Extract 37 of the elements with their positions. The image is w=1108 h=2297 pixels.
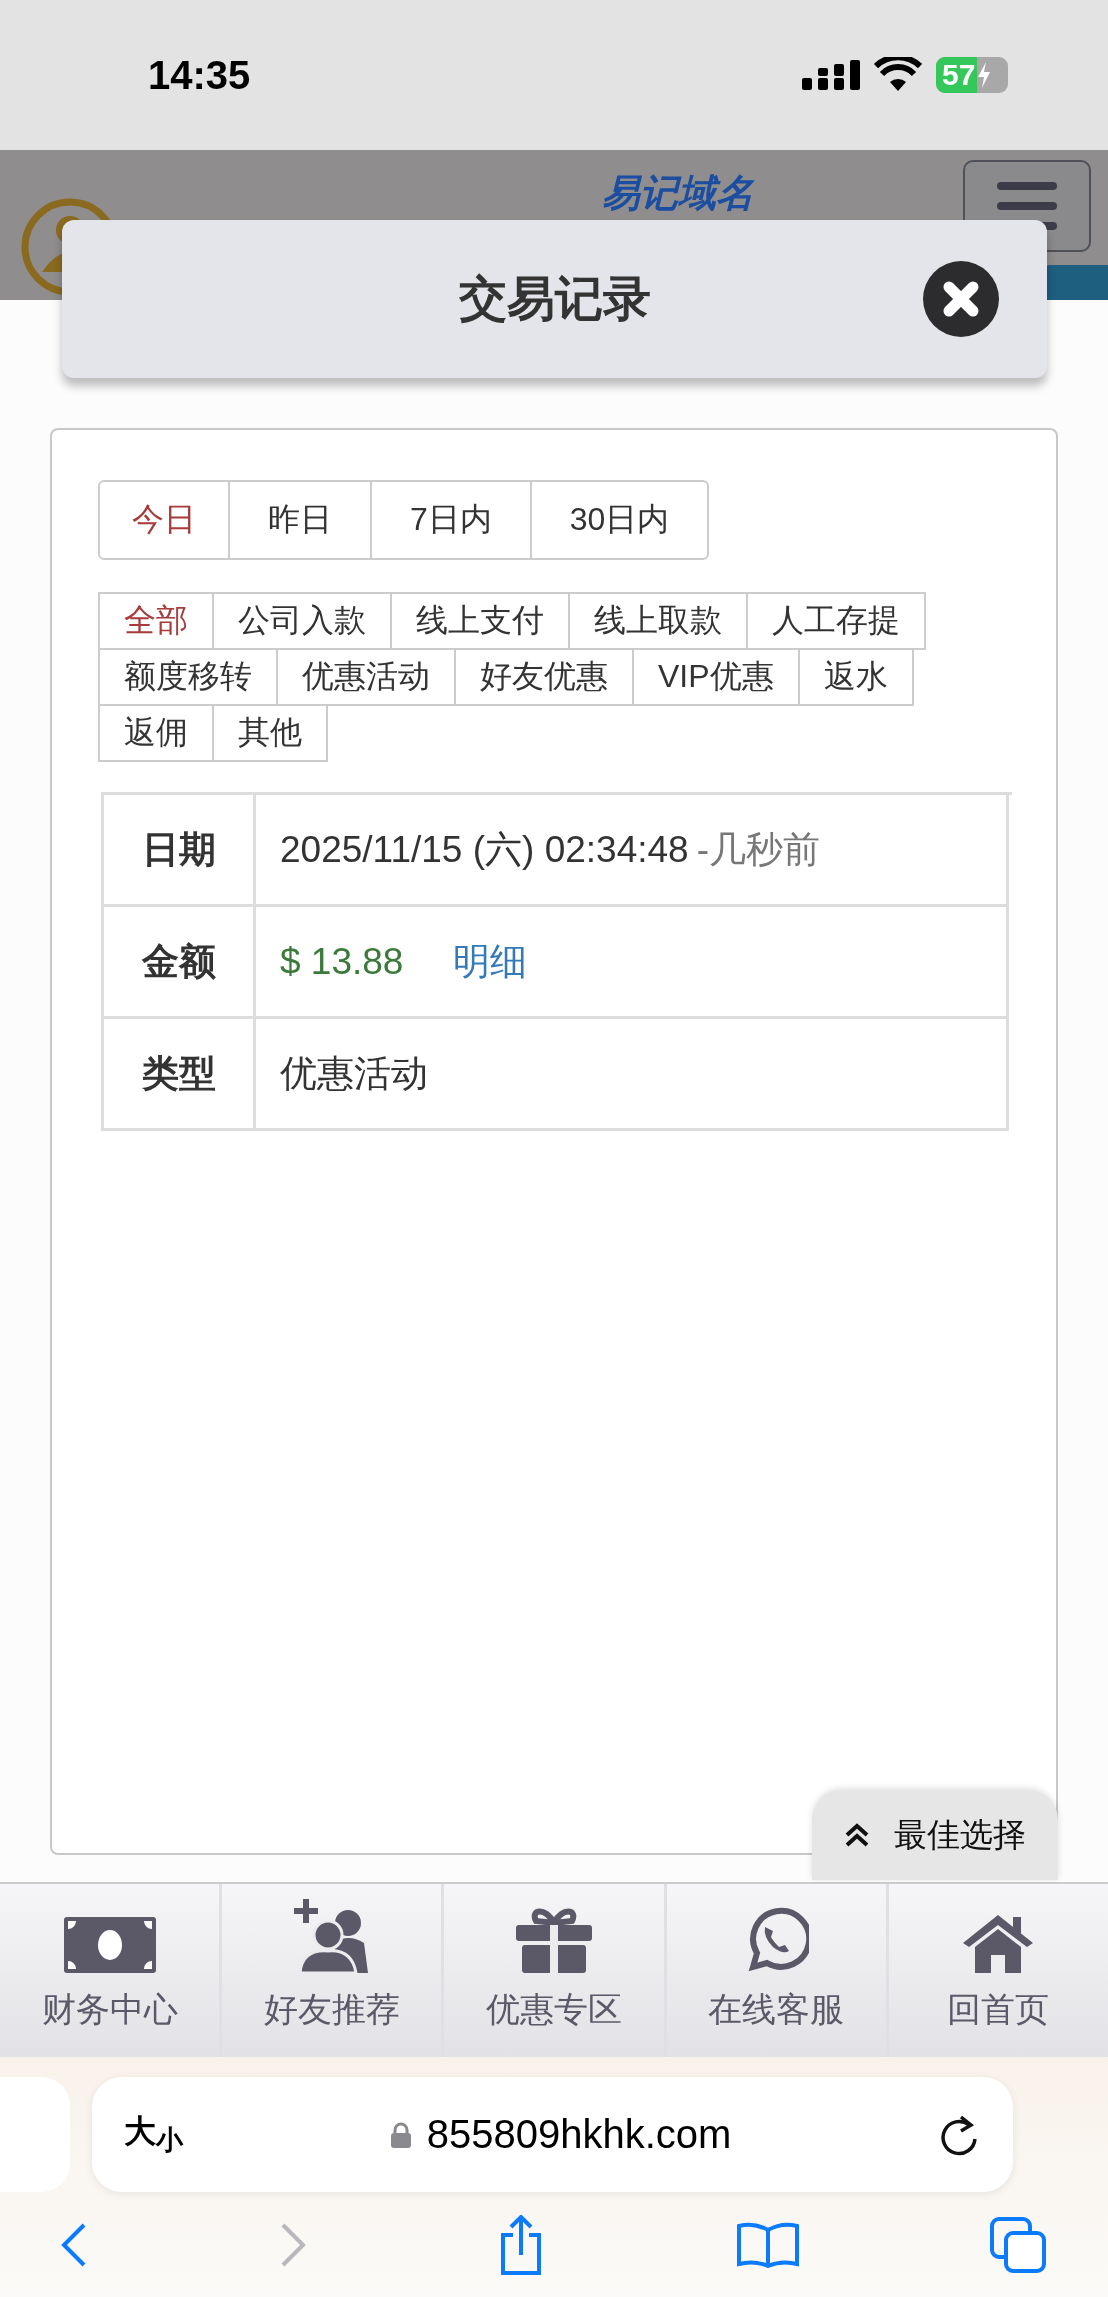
battery-indicator: 57 xyxy=(936,57,1008,93)
signal-icon xyxy=(802,58,860,92)
domain-note: 易记域名 xyxy=(602,171,754,216)
type-filter[interactable]: 返佣 xyxy=(98,704,214,762)
lock-icon xyxy=(390,2121,411,2148)
type-filter[interactable]: 人工存提 xyxy=(746,592,926,650)
home-icon xyxy=(963,1913,1034,1973)
date-tab[interactable]: 今日 xyxy=(98,480,230,560)
best-choice-button[interactable]: 最佳选择 xyxy=(812,1790,1058,1880)
address-bar[interactable]: 大$_{小}$ 855809hkhk.com xyxy=(92,2077,1013,2192)
url-text: 855809hkhk.com xyxy=(426,2112,732,2157)
date-tab[interactable]: 7日内 xyxy=(370,480,532,560)
type-filter[interactable]: 其他 xyxy=(212,704,328,762)
double-chevron-icon xyxy=(844,1823,870,1847)
type-filter[interactable]: 返水 xyxy=(797,648,914,706)
nav-item[interactable]: 回首页 xyxy=(888,1884,1108,2057)
date-value: 2025/11/15 (六) 02:34:48 xyxy=(280,827,689,872)
status-time: 14:35 xyxy=(148,52,251,98)
row-label: 类型 xyxy=(104,1019,256,1131)
modal-title: 交易记录 xyxy=(458,271,651,327)
date-tab[interactable]: 昨日 xyxy=(228,480,372,560)
type-filter[interactable]: 全部 xyxy=(98,592,214,650)
gift-icon xyxy=(516,1907,592,1973)
close-icon[interactable] xyxy=(923,261,999,337)
date-tab[interactable]: 30日内 xyxy=(529,480,710,560)
amount-value: $ 13.88 xyxy=(280,940,404,983)
row-label: 金额 xyxy=(104,907,256,1019)
relative-time: -几秒前 xyxy=(696,827,820,872)
type-cell: 优惠活动 xyxy=(256,1019,1009,1131)
wifi-icon xyxy=(874,57,922,93)
add-people-icon xyxy=(293,1899,370,1973)
row-label: 日期 xyxy=(104,795,256,907)
detail-link[interactable]: 明细 xyxy=(453,936,528,987)
text-size-button[interactable]: 大$_{小}$ xyxy=(124,2110,183,2159)
banknote-icon xyxy=(63,1917,156,1973)
tabs-icon[interactable] xyxy=(990,2216,1046,2273)
book-icon[interactable] xyxy=(735,2221,800,2268)
